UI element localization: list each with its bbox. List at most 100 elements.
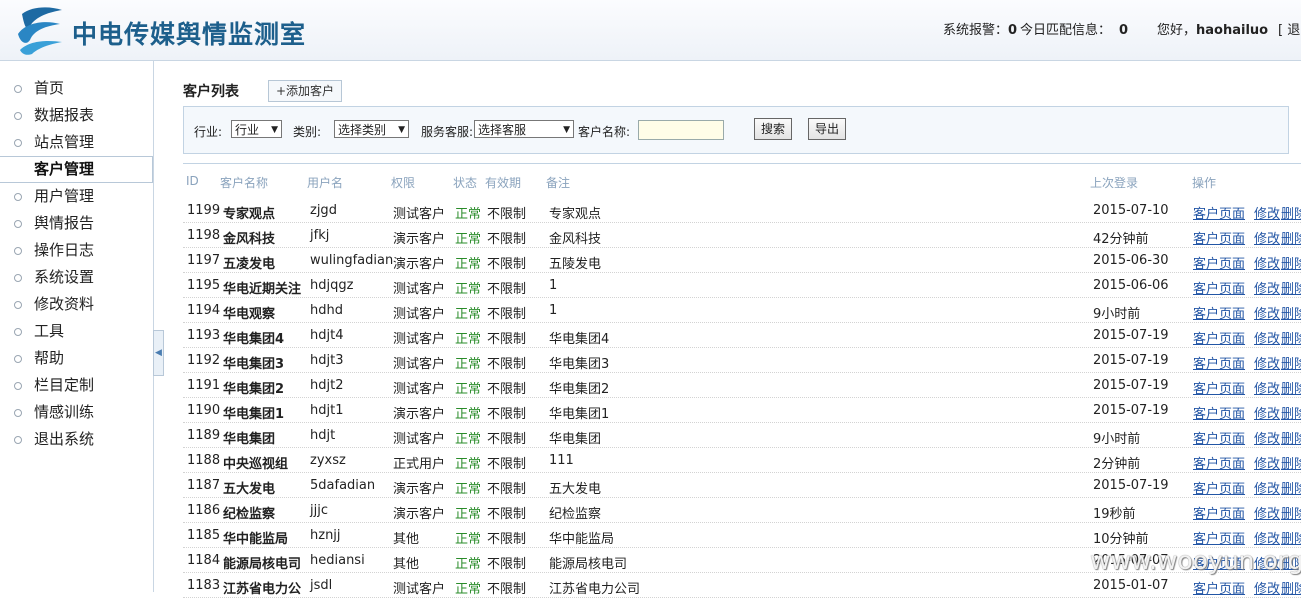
edit-link[interactable]: 修改 <box>1254 382 1280 397</box>
table-row: 1183 江苏省电力公 jsdl 测试客户 正常 不限制 江苏省电力公司 2015-01-07… <box>183 572 1301 598</box>
customer-page-link[interactable]: 客户页面 <box>1193 332 1245 347</box>
column-header-role: 权限 <box>391 176 416 190</box>
customer-page-link[interactable]: 客户页面 <box>1193 507 1245 522</box>
edit-link[interactable]: 修改 <box>1254 532 1280 547</box>
add-customer-button[interactable]: +添加客户 <box>268 80 342 102</box>
edit-link[interactable]: 修改 <box>1254 257 1280 272</box>
cell-user: hdjt1 <box>310 403 344 418</box>
customer-page-link[interactable]: 客户页面 <box>1193 382 1245 397</box>
sidebar-item[interactable]: 退出系统 <box>0 426 153 453</box>
search-button[interactable]: 搜索 <box>754 118 792 140</box>
edit-link[interactable]: 修改 <box>1254 207 1280 222</box>
delete-link[interactable]: 删除 <box>1281 507 1301 522</box>
delete-link[interactable]: 删除 <box>1281 257 1301 272</box>
sidebar-item[interactable]: 数据报表 <box>0 102 153 129</box>
customer-page-link[interactable]: 客户页面 <box>1193 457 1245 472</box>
sidebar-item[interactable]: 情感训练 <box>0 399 153 426</box>
table-row: 1194 华电观察 hdhd 测试客户 正常 不限制 1 9小时前 客户页面 修改 删除 <box>183 297 1301 323</box>
cell-id: 1198 <box>187 228 221 243</box>
customer-page-link[interactable]: 客户页面 <box>1193 532 1245 547</box>
edit-link[interactable]: 修改 <box>1254 357 1280 372</box>
customer-page-link[interactable]: 客户页面 <box>1193 257 1245 272</box>
sidebar-item[interactable]: 栏目定制 <box>0 372 153 399</box>
table-row: 1190 华电集团1 hdjt1 演示客户 正常 不限制 华电集团1 2015-07-19 客户… <box>183 397 1301 423</box>
edit-link[interactable]: 修改 <box>1254 407 1280 422</box>
sidebar-item[interactable]: 客户管理 <box>0 156 153 183</box>
sidebar: 首页 数据报表 站点管理 客户管理 用户管理 舆情报告 操作日志 系统设置 修改资料 工具 帮助 栏目… <box>0 61 154 592</box>
delete-link[interactable]: 删除 <box>1281 232 1301 247</box>
cell-id: 1193 <box>187 328 221 343</box>
delete-link[interactable]: 删除 <box>1281 307 1301 322</box>
alarm-info: 系统报警：0 <box>943 19 1017 38</box>
delete-link[interactable]: 删除 <box>1281 582 1301 597</box>
match-info: 今日匹配信息： 0 <box>1020 19 1128 38</box>
customer-name-input[interactable] <box>638 120 724 140</box>
industry-select[interactable]: 行业 ▼ <box>231 120 282 138</box>
cell-validity: 不限制 <box>487 532 527 547</box>
sidebar-item[interactable]: 系统设置 <box>0 264 153 291</box>
cell-note: 五陵发电 <box>549 257 602 272</box>
bullet-icon <box>14 382 22 390</box>
cell-user: zyxsz <box>310 453 346 468</box>
table-row: 1198 金风科技 jfkj 演示客户 正常 不限制 金风科技 42分钟前 客户页面 修改 删除 <box>183 222 1301 248</box>
edit-link[interactable]: 修改 <box>1254 332 1280 347</box>
cell-user: hdjqgz <box>310 278 354 293</box>
edit-link[interactable]: 修改 <box>1254 482 1280 497</box>
sidebar-item[interactable]: 帮助 <box>0 345 153 372</box>
cell-last: 19秒前 <box>1093 507 1136 522</box>
watermark: www.wooyun.org <box>1090 546 1301 575</box>
sidebar-item[interactable]: 操作日志 <box>0 237 153 264</box>
edit-link[interactable]: 修改 <box>1254 307 1280 322</box>
edit-link[interactable]: 修改 <box>1254 457 1280 472</box>
delete-link[interactable]: 删除 <box>1281 357 1301 372</box>
edit-link[interactable]: 修改 <box>1254 232 1280 247</box>
delete-link[interactable]: 删除 <box>1281 432 1301 447</box>
service-select[interactable]: 选择客服 ▼ <box>474 120 574 138</box>
sidebar-item[interactable]: 舆情报告 <box>0 210 153 237</box>
edit-link[interactable]: 修改 <box>1254 432 1280 447</box>
edit-link[interactable]: 修改 <box>1254 282 1280 297</box>
logout-link[interactable]: [ 退出 <box>1278 19 1301 38</box>
delete-link[interactable]: 删除 <box>1281 532 1301 547</box>
customer-page-link[interactable]: 客户页面 <box>1193 582 1245 597</box>
cell-validity: 不限制 <box>487 482 527 497</box>
column-header-last-login: 上次登录 <box>1090 176 1139 190</box>
sidebar-item[interactable]: 修改资料 <box>0 291 153 318</box>
customer-page-link[interactable]: 客户页面 <box>1193 357 1245 372</box>
customer-page-link[interactable]: 客户页面 <box>1193 282 1245 297</box>
delete-link[interactable]: 删除 <box>1281 282 1301 297</box>
cell-validity: 不限制 <box>487 432 527 447</box>
cell-note: 111 <box>549 453 574 468</box>
sidebar-item[interactable]: 首页 <box>0 75 153 102</box>
edit-link[interactable]: 修改 <box>1254 582 1280 597</box>
category-select[interactable]: 选择类别 ▼ <box>334 120 409 138</box>
cell-id: 1192 <box>187 353 221 368</box>
customer-page-link[interactable]: 客户页面 <box>1193 207 1245 222</box>
cell-name: 纪检监察 <box>223 507 276 522</box>
delete-link[interactable]: 删除 <box>1281 332 1301 347</box>
customer-page-link[interactable]: 客户页面 <box>1193 307 1245 322</box>
delete-link[interactable]: 删除 <box>1281 207 1301 222</box>
collapse-sidebar-icon[interactable]: ◀ <box>153 330 164 376</box>
customer-page-link[interactable]: 客户页面 <box>1193 407 1245 422</box>
edit-link[interactable]: 修改 <box>1254 507 1280 522</box>
cell-name: 中央巡视组 <box>223 457 289 472</box>
cell-validity: 不限制 <box>487 382 527 397</box>
sidebar-item[interactable]: 站点管理 <box>0 129 153 156</box>
delete-link[interactable]: 删除 <box>1281 457 1301 472</box>
sidebar-item[interactable]: 工具 <box>0 318 153 345</box>
cell-validity: 不限制 <box>487 207 527 222</box>
export-button[interactable]: 导出 <box>808 118 846 140</box>
sidebar-item[interactable]: 用户管理 <box>0 183 153 210</box>
customer-page-link[interactable]: 客户页面 <box>1193 482 1245 497</box>
delete-link[interactable]: 删除 <box>1281 407 1301 422</box>
customer-page-link[interactable]: 客户页面 <box>1193 432 1245 447</box>
customer-page-link[interactable]: 客户页面 <box>1193 232 1245 247</box>
bullet-icon <box>14 328 22 336</box>
cell-role: 测试客户 <box>393 332 446 347</box>
column-header-status: 状态 <box>453 176 478 190</box>
delete-link[interactable]: 删除 <box>1281 482 1301 497</box>
delete-link[interactable]: 删除 <box>1281 382 1301 397</box>
cell-role: 测试客户 <box>393 432 446 447</box>
top-header: 中电传媒舆情监测室 系统报警：0 今日匹配信息： 0 您好，haohailuo [… <box>0 0 1301 61</box>
